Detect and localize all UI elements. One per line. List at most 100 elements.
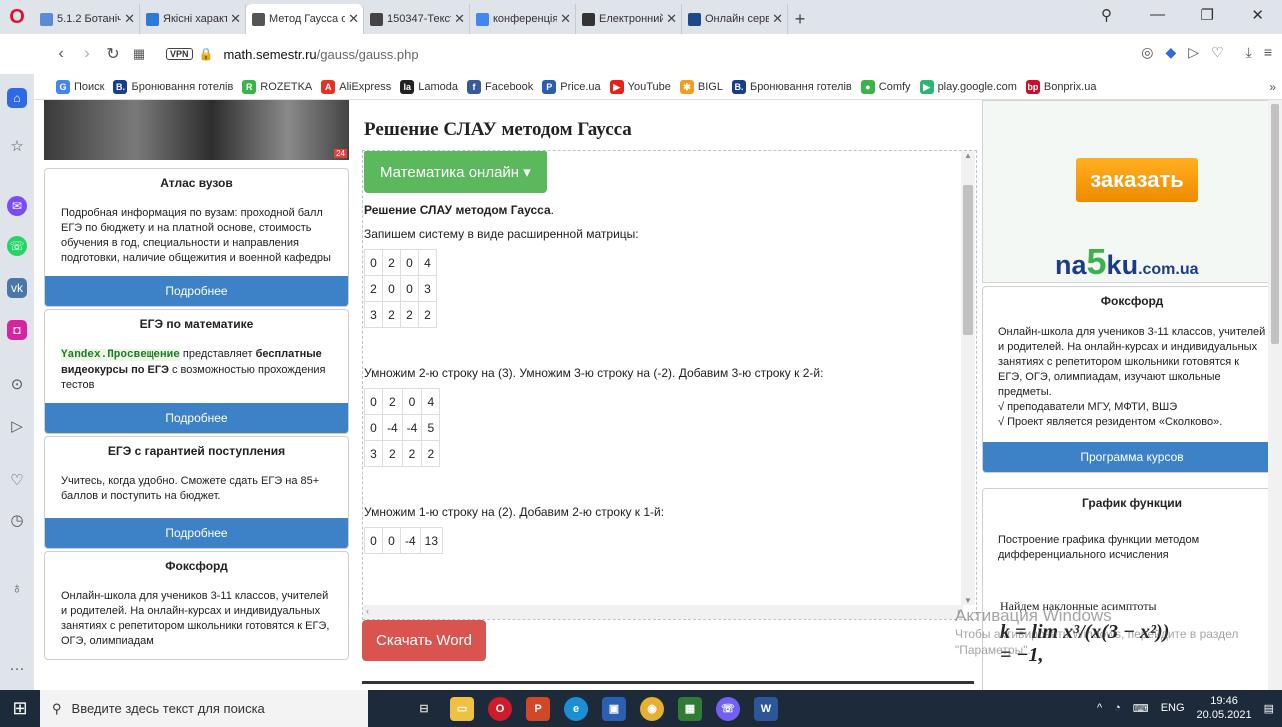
tab-close-icon[interactable]: ✕ — [666, 11, 677, 27]
language-indicator[interactable]: ENG — [1161, 702, 1185, 714]
tab[interactable]: 150347-Текст стат✕ — [364, 4, 470, 34]
bookmark[interactable]: ▶ play.google.com — [919, 79, 1017, 94]
more-button[interactable]: Подробнее — [45, 518, 348, 548]
scroll-up-arrow-icon[interactable]: ▲ — [964, 151, 972, 160]
lock-icon[interactable]: 🔒 — [199, 47, 214, 61]
more-button[interactable]: Подробнее — [45, 403, 348, 433]
url-field[interactable]: math.semestr.ru/gauss/gauss.php — [223, 47, 418, 62]
tab[interactable]: 5.1.2 Ботанічна хар✕ — [34, 4, 140, 34]
tab[interactable]: Онлайн сервіс. Ро✕ — [682, 4, 788, 34]
opera-menu-icon[interactable]: O — [0, 0, 34, 34]
more-icon[interactable]: ··· — [7, 658, 27, 678]
bookmark[interactable]: B. Бронювання готелів — [731, 79, 852, 94]
yandex-brand[interactable]: Yandex.Просвещение — [61, 349, 180, 361]
store-icon[interactable]: ▣ — [602, 696, 626, 721]
star-icon[interactable]: ☆ — [7, 136, 27, 156]
bookmark[interactable]: B. Бронювання готелів — [113, 79, 233, 94]
matrix-cell: 0 — [364, 388, 383, 415]
more-button[interactable]: Подробнее — [45, 276, 348, 306]
tab-close-icon[interactable]: ✕ — [454, 11, 465, 27]
tab[interactable]: Метод Гаусса онла✕ — [246, 4, 364, 34]
forward-button[interactable]: › — [74, 45, 100, 63]
tab[interactable]: Якісні характеристі✕ — [140, 4, 246, 34]
page-scroll-thumb[interactable] — [1271, 104, 1279, 344]
order-button[interactable]: заказать — [1076, 158, 1198, 202]
bookmark[interactable]: P Price.ua — [542, 79, 601, 94]
easy-setup-icon[interactable]: ≡ — [1264, 44, 1272, 61]
promo-photo[interactable]: 24 — [44, 100, 349, 160]
reload-button[interactable]: ↻ — [100, 44, 126, 64]
chrome-icon[interactable]: ◉ — [640, 696, 664, 721]
heart-icon[interactable]: ♡ — [1211, 44, 1224, 61]
send-icon[interactable]: ▷ — [1188, 44, 1199, 61]
card-title: Фоксфорд — [165, 559, 228, 573]
bookmark[interactable]: ✱ BIGL — [679, 79, 723, 94]
instagram-icon[interactable]: ◘ — [7, 320, 27, 340]
shield-icon[interactable]: ◆ — [1166, 44, 1177, 61]
favorites-icon[interactable]: ♡ — [7, 470, 27, 490]
card-foxford-left: Фоксфорд Онлайн-школа для учеников 3-11 … — [44, 551, 349, 660]
tab[interactable]: конференція онлай✕ — [470, 4, 576, 34]
courses-program-button[interactable]: Программа курсов — [983, 442, 1281, 472]
minimize-button[interactable]: — — [1150, 6, 1165, 23]
vk-icon[interactable]: vk — [7, 278, 27, 298]
edge-icon[interactable]: e — [564, 696, 588, 721]
close-window-button[interactable]: ✕ — [1251, 6, 1264, 24]
bookmark[interactable]: ● Comfy — [860, 79, 911, 94]
tab[interactable]: Електронний серв✕ — [576, 4, 682, 34]
back-button[interactable]: ‹ — [48, 45, 74, 63]
bookmark[interactable]: R ROZETKA — [242, 79, 312, 94]
wifi-icon[interactable]: ◔ — [1114, 702, 1121, 714]
powerpoint-icon[interactable]: P — [526, 696, 550, 721]
messenger-icon[interactable]: ✉ — [7, 196, 27, 216]
bookmark[interactable]: A AliExpress — [321, 79, 391, 94]
scroll-left-arrow-icon[interactable]: ‹ — [366, 606, 369, 616]
math-online-menu-button[interactable]: Математика онлайн ▾ — [364, 151, 547, 193]
tab-close-icon[interactable]: ✕ — [560, 11, 571, 27]
taskbar-search-box[interactable]: ⚲ Введите здесь текст для поиска — [40, 690, 368, 727]
file-explorer-icon[interactable]: ▭ — [450, 696, 474, 721]
bookmark[interactable]: f Facebook — [466, 79, 533, 94]
word-icon[interactable]: W — [754, 696, 778, 721]
start-button[interactable]: ⊞ — [0, 690, 40, 727]
tab-close-icon[interactable]: ✕ — [772, 11, 783, 27]
na5ku-ad-banner[interactable]: заказать na5ku.com.ua — [982, 100, 1282, 283]
download-word-button[interactable]: Скачать Word — [362, 620, 486, 661]
scroll-thumb[interactable] — [963, 185, 973, 335]
history-icon[interactable]: ◷ — [7, 510, 27, 530]
notifications-icon[interactable]: ▤ — [1264, 702, 1274, 715]
scroll-down-arrow-icon[interactable]: ▼ — [964, 596, 972, 605]
tab-close-icon[interactable]: ✕ — [348, 11, 359, 27]
bookmark[interactable]: ▶ YouTube — [609, 79, 671, 94]
opera-taskbar-icon[interactable]: O — [488, 696, 512, 721]
camera-icon[interactable]: ◎ — [1141, 44, 1153, 61]
keyboard-icon[interactable]: ⌨ — [1133, 702, 1149, 715]
new-tab-button[interactable]: + — [788, 4, 812, 34]
bookmark[interactable]: la Lamoda — [400, 79, 458, 94]
tab-close-icon[interactable]: ✕ — [230, 11, 241, 27]
tab-close-icon[interactable]: ✕ — [124, 11, 135, 27]
calculator-icon[interactable]: ▦ — [678, 696, 702, 721]
page-scrollbar[interactable] — [1268, 100, 1282, 690]
bookmark[interactable]: G Поиск — [56, 79, 104, 94]
frame-horizontal-scrollbar[interactable]: ‹ › — [363, 605, 963, 619]
frame-vertical-scrollbar[interactable]: ▲ ▼ — [961, 151, 975, 605]
speed-dial-icon[interactable]: ▦ — [126, 46, 152, 62]
player-icon[interactable]: ⊙ — [7, 374, 27, 394]
tab-favicon-icon — [688, 12, 701, 26]
age-badge: 24 — [334, 149, 347, 158]
viber-icon[interactable]: ☏ — [716, 696, 740, 721]
bookmark[interactable]: bp Bonprix.ua — [1025, 79, 1096, 94]
tray-expand-icon[interactable]: ^ — [1097, 702, 1102, 714]
bookmarks-overflow-icon[interactable]: » — [1269, 80, 1276, 94]
search-tabs-icon[interactable]: ⚲ — [1101, 6, 1112, 24]
whatsapp-icon[interactable]: ☏ — [7, 236, 27, 256]
light-bulb-icon[interactable]: ♁ — [7, 578, 27, 598]
home-icon[interactable]: ⌂ — [7, 88, 27, 108]
send-icon[interactable]: ▷ — [7, 416, 27, 436]
clock[interactable]: 19:46 20.05.2021 — [1197, 694, 1252, 722]
restore-button[interactable]: ❐ — [1201, 6, 1214, 24]
task-view-icon[interactable]: ⊟ — [412, 697, 436, 721]
vpn-badge[interactable]: VPN — [166, 48, 193, 60]
download-icon[interactable]: ⤓ — [1246, 44, 1252, 61]
